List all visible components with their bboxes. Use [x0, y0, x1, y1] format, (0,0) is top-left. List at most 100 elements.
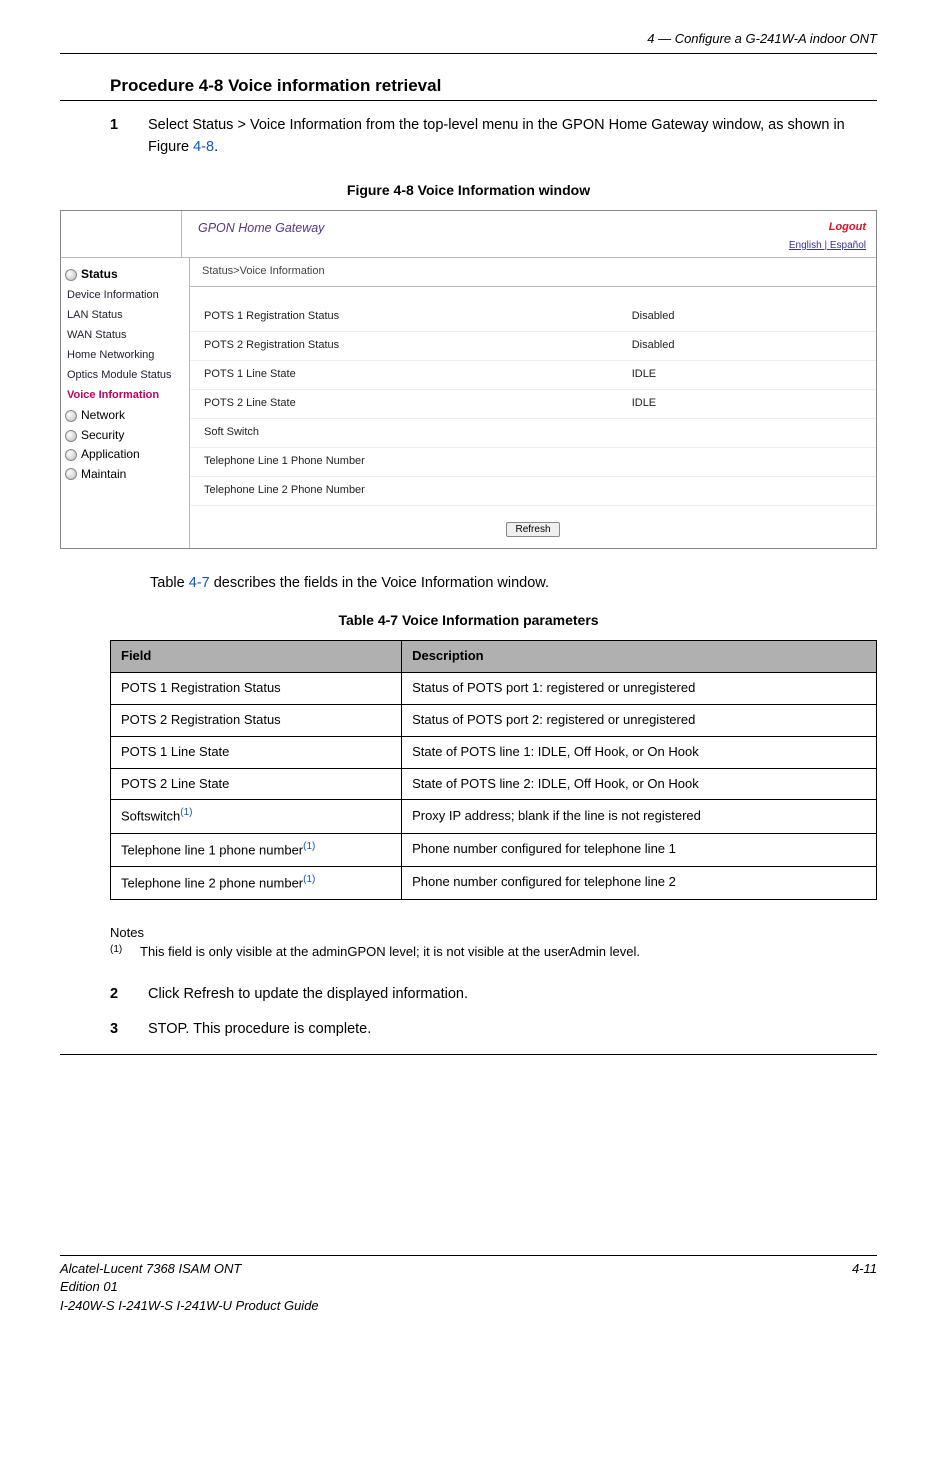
field-cell: Softswitch(1) — [111, 800, 402, 833]
gateway-banner-title: GPON Home Gateway — [198, 219, 324, 237]
info-row-tel2: Telephone Line 2 Phone Number — [190, 477, 876, 506]
info-row-softswitch: Soft Switch — [190, 419, 876, 448]
info-key: POTS 2 Line State — [204, 396, 632, 412]
title-rule — [60, 100, 877, 101]
info-value: Disabled — [632, 309, 862, 325]
table-caption: Table 4-7 Voice Information parameters — [60, 610, 877, 630]
table-crossref-link[interactable]: 4-7 — [189, 575, 210, 591]
sidebar-item-voice-information[interactable]: Voice Information — [65, 386, 185, 406]
sidebar-cat-maintain[interactable]: Maintain — [65, 466, 185, 483]
field-label: Telephone line 1 phone number — [121, 842, 303, 857]
procedure-title: Procedure 4-8 Voice information retrieva… — [110, 74, 877, 99]
table-row: Telephone line 1 phone number(1)Phone nu… — [111, 833, 877, 866]
sidebar-cat-status[interactable]: Status — [65, 266, 185, 283]
sidebar-label-application: Application — [81, 446, 140, 463]
footnote-ref-link[interactable]: (1) — [303, 874, 315, 885]
step-number: 1 — [110, 115, 124, 157]
page-footer: Alcatel-Lucent 7368 ISAM ONT Edition 01 … — [60, 1255, 877, 1317]
expand-icon — [65, 410, 77, 422]
footnote-ref-link[interactable]: (1) — [303, 841, 315, 852]
sidebar-item-optics-module-status[interactable]: Optics Module Status — [65, 366, 185, 386]
lang-spanish-link[interactable]: Español — [830, 240, 866, 251]
sidebar-item-device-information[interactable]: Device Information — [65, 286, 185, 306]
step-body: Click Refresh to update the displayed in… — [148, 984, 877, 1005]
info-row-pots2-reg: POTS 2 Registration StatusDisabled — [190, 332, 876, 361]
logout-link[interactable]: Logout — [829, 220, 866, 236]
info-value: IDLE — [632, 396, 862, 412]
info-row-pots1-reg: POTS 1 Registration StatusDisabled — [190, 303, 876, 332]
field-label: Telephone line 2 phone number — [121, 875, 303, 890]
field-cell: POTS 2 Registration Status — [111, 704, 402, 736]
expand-icon — [65, 430, 77, 442]
desc-cell: Phone number configured for telephone li… — [402, 866, 877, 899]
field-cell: POTS 1 Registration Status — [111, 673, 402, 705]
desc-cell: Phone number configured for telephone li… — [402, 833, 877, 866]
lead-text-b: describes the fields in the Voice Inform… — [210, 575, 549, 591]
field-cell: Telephone line 2 phone number(1) — [111, 866, 402, 899]
info-key: Telephone Line 2 Phone Number — [204, 483, 632, 499]
sidebar-item-wan-status[interactable]: WAN Status — [65, 326, 185, 346]
col-header-description: Description — [402, 641, 877, 673]
notes-heading: Notes — [110, 924, 877, 943]
col-header-field: Field — [111, 641, 402, 673]
step-2: 2 Click Refresh to update the displayed … — [110, 984, 877, 1005]
header-rule — [60, 53, 877, 54]
lead-text-a: Table — [150, 575, 189, 591]
sidebar-item-home-networking[interactable]: Home Networking — [65, 346, 185, 366]
sidebar-label-status: Status — [81, 266, 118, 283]
status-icon — [65, 269, 77, 281]
step1-text-a: Select Status > Voice Information from t… — [148, 117, 845, 154]
field-cell: POTS 1 Line State — [111, 736, 402, 768]
step-body: STOP. This procedure is complete. — [148, 1019, 877, 1040]
info-key: POTS 2 Registration Status — [204, 338, 632, 354]
footnote-ref-link[interactable]: (1) — [180, 807, 192, 818]
language-switch: English | Español — [198, 237, 866, 258]
lang-separator: | — [822, 240, 830, 251]
table-row: Telephone line 2 phone number(1)Phone nu… — [111, 866, 877, 899]
sidebar-item-lan-status[interactable]: LAN Status — [65, 306, 185, 326]
table-row: POTS 2 Line StateState of POTS line 2: I… — [111, 768, 877, 800]
step-3: 3 STOP. This procedure is complete. — [110, 1019, 877, 1040]
footer-rule — [60, 1255, 877, 1256]
lang-english-link[interactable]: English — [789, 240, 822, 251]
info-key: Soft Switch — [204, 425, 632, 441]
step1-text-b: . — [214, 139, 218, 155]
desc-cell: Status of POTS port 1: registered or unr… — [402, 673, 877, 705]
info-value: Disabled — [632, 338, 862, 354]
table-row: POTS 2 Registration StatusStatus of POTS… — [111, 704, 877, 736]
sidebar-nav: Status Device Information LAN Status WAN… — [61, 258, 190, 547]
field-cell: POTS 2 Line State — [111, 768, 402, 800]
table-header-row: Field Description — [111, 641, 877, 673]
footnote-marker: (1) — [110, 943, 128, 962]
refresh-button[interactable]: Refresh — [506, 522, 559, 537]
sidebar-cat-application[interactable]: Application — [65, 446, 185, 463]
footer-product-line: Alcatel-Lucent 7368 ISAM ONT — [60, 1260, 319, 1279]
step-body: Select Status > Voice Information from t… — [148, 115, 877, 157]
footer-guide-title: I-240W-S I-241W-S I-241W-U Product Guide — [60, 1297, 319, 1316]
table-lead-in: Table 4-7 describes the fields in the Vo… — [150, 573, 877, 594]
step-number: 3 — [110, 1019, 124, 1040]
voice-information-screenshot: GPON Home Gateway Logout English | Españ… — [60, 210, 877, 549]
sidebar-label-network: Network — [81, 407, 125, 424]
table-row: Softswitch(1)Proxy IP address; blank if … — [111, 800, 877, 833]
page-number: 4-11 — [852, 1260, 877, 1317]
info-row-tel1: Telephone Line 1 Phone Number — [190, 448, 876, 477]
field-cell: Telephone line 1 phone number(1) — [111, 833, 402, 866]
sidebar-cat-security[interactable]: Security — [65, 427, 185, 444]
field-label: Softswitch — [121, 809, 180, 824]
info-value — [632, 483, 862, 499]
sidebar-cat-network[interactable]: Network — [65, 407, 185, 424]
table-row: POTS 1 Line StateState of POTS line 1: I… — [111, 736, 877, 768]
chapter-header: 4 — Configure a G-241W-A indoor ONT — [60, 30, 877, 49]
desc-cell: State of POTS line 1: IDLE, Off Hook, or… — [402, 736, 877, 768]
desc-cell: State of POTS line 2: IDLE, Off Hook, or… — [402, 768, 877, 800]
procedure-end-rule — [60, 1054, 877, 1055]
breadcrumb: Status>Voice Information — [190, 258, 876, 287]
info-row-pots2-line: POTS 2 Line StateIDLE — [190, 390, 876, 419]
desc-cell: Status of POTS port 2: registered or unr… — [402, 704, 877, 736]
info-value: IDLE — [632, 367, 862, 383]
info-key: Telephone Line 1 Phone Number — [204, 454, 632, 470]
desc-cell: Proxy IP address; blank if the line is n… — [402, 800, 877, 833]
figure-crossref-link[interactable]: 4-8 — [193, 139, 214, 155]
info-row-pots1-line: POTS 1 Line StateIDLE — [190, 361, 876, 390]
